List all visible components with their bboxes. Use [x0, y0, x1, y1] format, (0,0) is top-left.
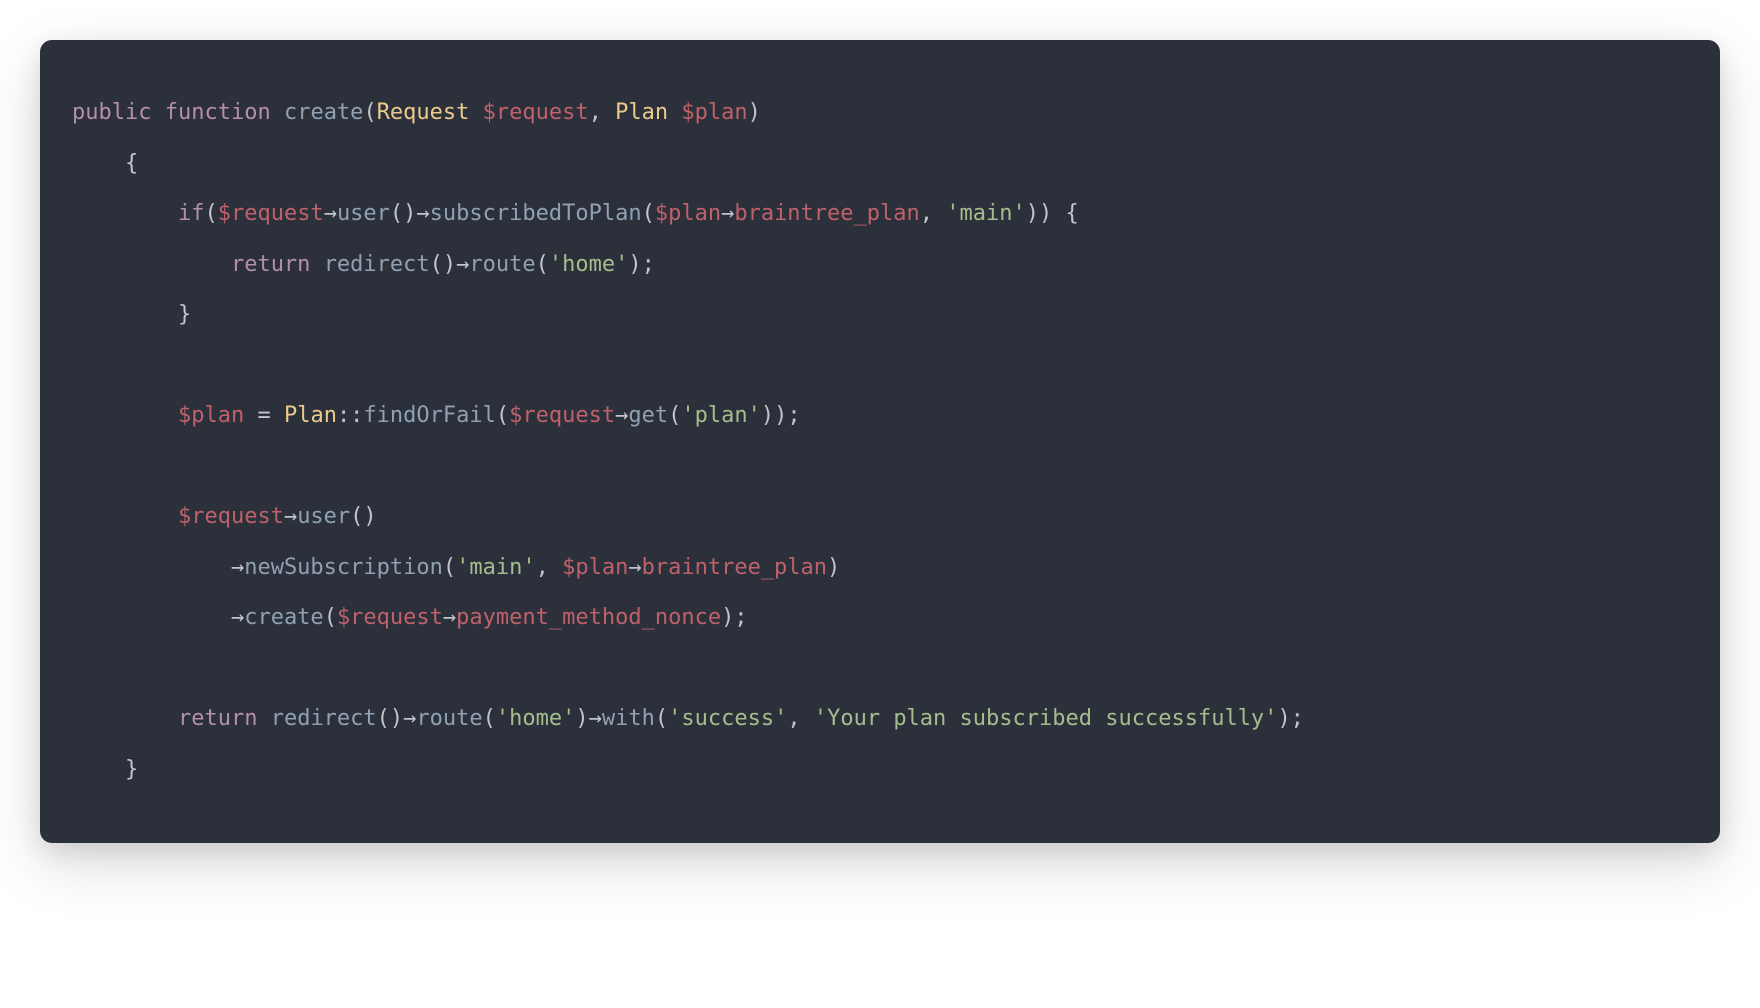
code-token: Request: [377, 100, 470, 125]
code-token: →: [231, 605, 244, 630]
code-token: 'Your plan subscribed successfully': [814, 706, 1278, 731]
code-token: function: [165, 100, 271, 125]
code-token: braintree_plan: [642, 555, 827, 580]
code-token: user: [337, 201, 390, 226]
code-token: ): [827, 555, 840, 580]
code-token: ): [748, 100, 761, 125]
code-token: [151, 100, 164, 125]
code-token: $plan: [655, 201, 721, 226]
code-token: (: [655, 706, 668, 731]
code-token: $request: [178, 504, 284, 529]
code-token: create: [284, 100, 363, 125]
code-token: $request: [509, 403, 615, 428]
code-token: $plan: [681, 100, 747, 125]
code-token: ): [575, 706, 588, 731]
code-token: (): [350, 504, 377, 529]
code-token: 'main': [946, 201, 1025, 226]
code-content: public function create(Request $request,…: [72, 100, 1304, 782]
code-token: (: [483, 706, 496, 731]
code-token: (): [430, 252, 457, 277]
code-token: create: [244, 605, 323, 630]
code-token: →: [416, 201, 429, 226]
code-token: Plan: [615, 100, 668, 125]
code-token: 'home': [549, 252, 628, 277]
code-token: ,: [536, 555, 563, 580]
code-token: public: [72, 100, 151, 125]
code-token: [271, 100, 284, 125]
code-token: user: [297, 504, 350, 529]
code-block: public function create(Request $request,…: [72, 88, 1688, 795]
code-snippet-card: public function create(Request $request,…: [40, 40, 1720, 843]
code-token: [72, 252, 231, 277]
code-token: →: [324, 201, 337, 226]
code-token: $plan: [562, 555, 628, 580]
code-token: [72, 504, 178, 529]
code-token: [310, 252, 323, 277]
code-token: ,: [920, 201, 947, 226]
code-token: (: [642, 201, 655, 226]
code-token: 'home': [496, 706, 575, 731]
code-token: )) {: [1026, 201, 1079, 226]
code-token: →: [231, 555, 244, 580]
code-token: payment_method_nonce: [456, 605, 721, 630]
code-token: (: [363, 100, 376, 125]
code-token: →: [403, 706, 416, 731]
code-token: {: [72, 151, 138, 176]
code-token: (: [496, 403, 509, 428]
code-token: subscribedToPlan: [430, 201, 642, 226]
code-token: );: [721, 605, 748, 630]
code-token: $request: [218, 201, 324, 226]
code-token: findOrFail: [363, 403, 495, 428]
code-token: [72, 706, 178, 731]
code-token: return: [178, 706, 257, 731]
code-token: →: [721, 201, 734, 226]
code-token: ,: [589, 100, 616, 125]
code-token: $plan: [178, 403, 244, 428]
code-token: ));: [761, 403, 801, 428]
code-token: braintree_plan: [734, 201, 919, 226]
code-token: with: [602, 706, 655, 731]
code-token: ::: [337, 403, 364, 428]
code-token: [72, 403, 178, 428]
code-token: (: [324, 605, 337, 630]
code-token: route: [416, 706, 482, 731]
code-token: →: [443, 605, 456, 630]
code-token: $request: [483, 100, 589, 125]
code-token: );: [1277, 706, 1304, 731]
code-token: return: [231, 252, 310, 277]
code-token: $request: [337, 605, 443, 630]
code-token: (): [377, 706, 404, 731]
code-token: 'main': [456, 555, 535, 580]
code-token: [469, 100, 482, 125]
code-token: →: [284, 504, 297, 529]
code-token: get: [628, 403, 668, 428]
code-token: [257, 706, 270, 731]
code-token: (: [443, 555, 456, 580]
code-token: }: [72, 757, 138, 782]
code-token: [72, 201, 178, 226]
code-token: =: [244, 403, 284, 428]
code-token: );: [628, 252, 655, 277]
code-token: 'success': [668, 706, 787, 731]
code-token: route: [469, 252, 535, 277]
code-token: [72, 605, 231, 630]
code-token: Plan: [284, 403, 337, 428]
code-token: (: [204, 201, 217, 226]
code-token: →: [456, 252, 469, 277]
code-token: newSubscription: [244, 555, 443, 580]
code-token: ,: [787, 706, 814, 731]
code-token: if: [178, 201, 205, 226]
code-token: (): [390, 201, 417, 226]
code-token: 'plan': [681, 403, 760, 428]
code-token: redirect: [271, 706, 377, 731]
code-token: →: [615, 403, 628, 428]
code-token: →: [628, 555, 641, 580]
code-token: →: [589, 706, 602, 731]
code-token: redirect: [324, 252, 430, 277]
code-token: [668, 100, 681, 125]
code-token: (: [668, 403, 681, 428]
code-token: (: [536, 252, 549, 277]
code-token: [72, 555, 231, 580]
code-token: }: [72, 302, 191, 327]
